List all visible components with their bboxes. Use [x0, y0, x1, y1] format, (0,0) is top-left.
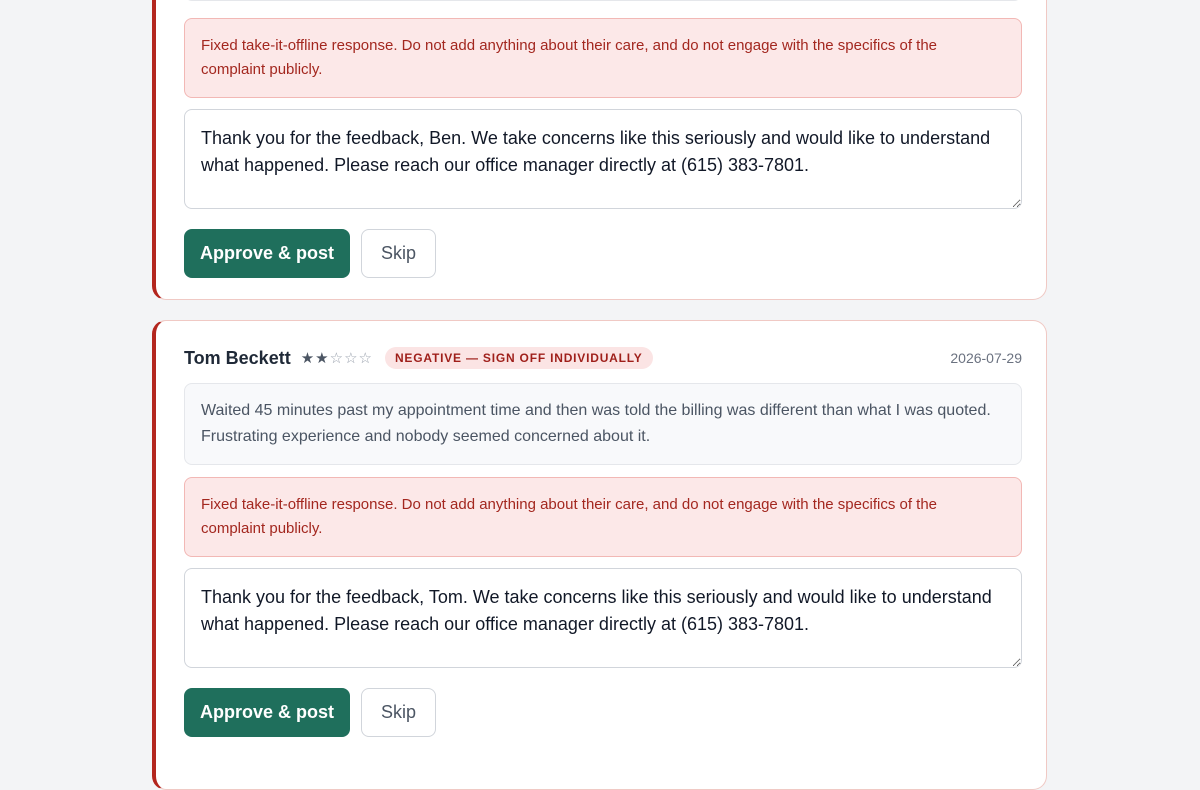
reply-textarea[interactable]: Thank you for the feedback, Tom. We take… — [184, 568, 1022, 668]
reviewer-name: Tom Beckett — [184, 347, 291, 368]
review-text-box — [184, 0, 1022, 1]
guidance-note: Fixed take-it-offline response. Do not a… — [184, 477, 1022, 557]
star-empty-icon: ☆ — [358, 350, 373, 367]
reply-textarea[interactable]: Thank you for the feedback, Ben. We take… — [184, 109, 1022, 209]
guidance-text: Fixed take-it-offline response. Do not a… — [201, 496, 938, 537]
star-rating: ★★☆☆☆ — [301, 349, 373, 367]
star-empty-icon: ☆ — [329, 350, 345, 367]
star-empty-icon: ☆ — [344, 350, 359, 367]
guidance-note: Fixed take-it-offline response. Do not a… — [184, 18, 1022, 98]
review-card: Fixed take-it-offline response. Do not a… — [152, 0, 1047, 300]
review-card: Tom Beckett ★★☆☆☆ NEGATIVE — SIGN OFF IN… — [152, 320, 1047, 790]
star-filled-icon: ★ — [315, 350, 330, 367]
star-filled-icon: ★ — [300, 350, 316, 367]
review-text: Waited 45 minutes past my appointment ti… — [201, 402, 991, 445]
approve-post-button[interactable]: Approve & post — [184, 229, 350, 278]
review-text-box: Waited 45 minutes past my appointment ti… — [184, 383, 1022, 465]
review-date: 2026-07-29 — [950, 350, 1022, 366]
guidance-text: Fixed take-it-offline response. Do not a… — [201, 37, 938, 78]
skip-button[interactable]: Skip — [361, 688, 436, 737]
skip-button[interactable]: Skip — [361, 229, 436, 278]
approve-post-button[interactable]: Approve & post — [184, 688, 350, 737]
status-badge: NEGATIVE — SIGN OFF INDIVIDUALLY — [384, 347, 653, 369]
review-header: Tom Beckett ★★☆☆☆ NEGATIVE — SIGN OFF IN… — [184, 345, 1022, 371]
